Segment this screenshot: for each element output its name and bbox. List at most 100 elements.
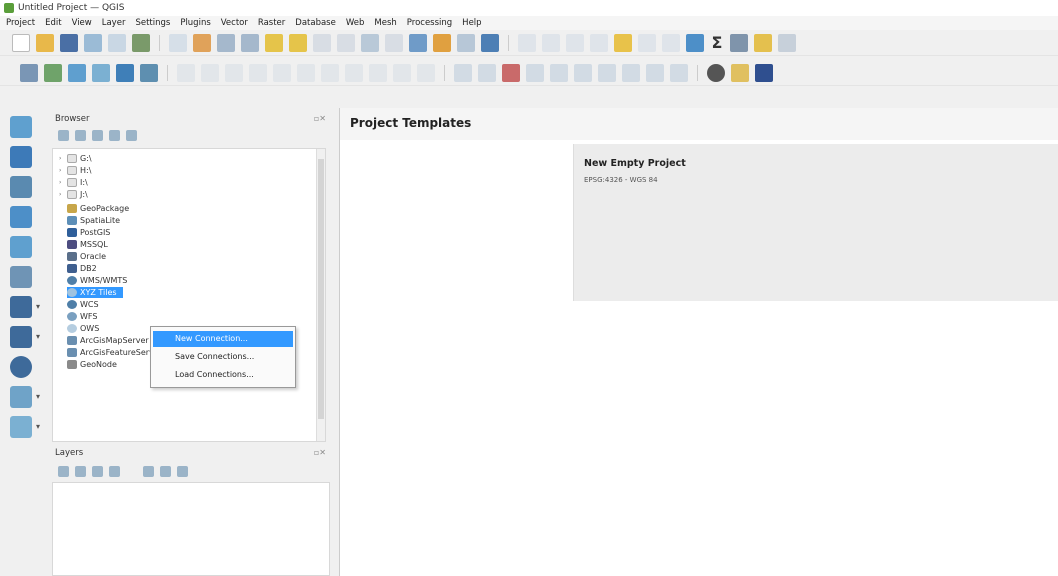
- tree-item-spatialite[interactable]: SpatiaLite: [67, 215, 120, 226]
- open-attribute-table-icon[interactable]: [614, 33, 632, 52]
- menu-layer[interactable]: Layer: [102, 18, 126, 28]
- digitize-icon[interactable]: [92, 63, 110, 82]
- tree-item-drive-i[interactable]: › I:\: [59, 177, 88, 188]
- template-card-new-empty-project[interactable]: New Empty Project EPSG:4326 - WGS 84: [348, 144, 1058, 301]
- scrollbar-thumb[interactable]: [318, 159, 324, 419]
- new-3d-map-view-icon[interactable]: [433, 33, 451, 52]
- zoom-next-icon[interactable]: [385, 33, 403, 52]
- tree-item-arcgis-map-server[interactable]: ArcGisMapServer: [67, 335, 149, 346]
- statistical-summary-icon[interactable]: Σ: [710, 33, 724, 52]
- menu-plugins[interactable]: Plugins: [180, 18, 210, 28]
- menu-processing[interactable]: Processing: [407, 18, 452, 28]
- manage-map-themes-icon[interactable]: [92, 466, 103, 477]
- new-connection-menu-item[interactable]: New Connection...: [153, 331, 293, 347]
- add-postgis-layer-icon[interactable]: ▾: [10, 296, 40, 318]
- refresh-icon[interactable]: [481, 33, 499, 52]
- expand-arrow-icon[interactable]: ›: [59, 191, 67, 198]
- open-layer-styling-icon[interactable]: [58, 466, 69, 477]
- annotation-icon[interactable]: [754, 33, 772, 52]
- zoom-native-icon[interactable]: [337, 33, 355, 52]
- add-vector-layer-icon[interactable]: [10, 116, 32, 138]
- label-options-icon[interactable]: [670, 63, 688, 82]
- move-label-icon[interactable]: [526, 63, 544, 82]
- add-wfs-layer-icon[interactable]: ▾: [10, 386, 40, 408]
- change-label-icon[interactable]: [574, 63, 592, 82]
- add-wcs-layer-icon[interactable]: [10, 356, 32, 378]
- zoom-in-icon[interactable]: [217, 33, 235, 52]
- filter-legend-icon[interactable]: [109, 466, 120, 477]
- refresh-icon[interactable]: [75, 130, 86, 141]
- menu-vector[interactable]: Vector: [221, 18, 248, 28]
- undo-icon[interactable]: [393, 63, 411, 82]
- copy-features-icon[interactable]: [345, 63, 363, 82]
- new-map-view-icon[interactable]: [409, 33, 427, 52]
- add-selected-layers-icon[interactable]: [58, 130, 69, 141]
- deselect-icon[interactable]: [590, 33, 608, 52]
- menu-edit[interactable]: Edit: [45, 18, 61, 28]
- style-manager-icon[interactable]: [132, 33, 150, 52]
- data-source-manager-icon[interactable]: [20, 63, 38, 82]
- pan-icon[interactable]: [169, 33, 187, 52]
- rotate-label-icon[interactable]: [550, 63, 568, 82]
- open-project-icon[interactable]: [36, 33, 54, 52]
- rotate-diagram-icon[interactable]: [622, 63, 640, 82]
- add-feature-icon[interactable]: [249, 63, 267, 82]
- pin-labels-icon[interactable]: [478, 63, 496, 82]
- move-diagram-icon[interactable]: [646, 63, 664, 82]
- cut-features-icon[interactable]: [321, 63, 339, 82]
- add-mesh-layer-icon[interactable]: [10, 176, 32, 198]
- browser-scrollbar[interactable]: [316, 149, 325, 441]
- add-geopackage-layer-icon[interactable]: [10, 236, 32, 258]
- new-project-icon[interactable]: [12, 33, 30, 52]
- label-tool-icon[interactable]: [454, 63, 472, 82]
- browser-tree[interactable]: › G:\ › H:\ › I:\ › J:\ GeoPackage SpatiaLit…: [52, 148, 326, 442]
- tree-item-postgis[interactable]: PostGIS: [67, 227, 110, 238]
- save-layer-edits-icon[interactable]: [225, 63, 243, 82]
- tree-item-wfs[interactable]: WFS: [67, 311, 97, 322]
- menu-web[interactable]: Web: [346, 18, 365, 28]
- add-delimited-text-layer-icon[interactable]: [10, 206, 32, 228]
- delete-selected-icon[interactable]: [297, 63, 315, 82]
- zoom-out-icon[interactable]: [241, 33, 259, 52]
- new-bookmark-icon[interactable]: [457, 33, 475, 52]
- current-edits-icon[interactable]: [177, 63, 195, 82]
- new-print-layout-icon[interactable]: [84, 33, 102, 52]
- zoom-last-icon[interactable]: [361, 33, 379, 52]
- add-raster-layer-icon[interactable]: [10, 146, 32, 168]
- plugin-tool-icon[interactable]: [731, 63, 749, 82]
- tree-item-drive-g[interactable]: › G:\: [59, 153, 92, 164]
- panel-float-close-icon[interactable]: ▫✕: [314, 448, 326, 457]
- paste-features-icon[interactable]: [369, 63, 387, 82]
- notebook-icon[interactable]: [755, 63, 773, 82]
- collapse-all-icon[interactable]: [160, 466, 171, 477]
- load-connections-menu-item[interactable]: Load Connections...: [153, 367, 293, 383]
- add-delimited-text-icon[interactable]: [116, 63, 134, 82]
- toggle-editing-icon[interactable]: [201, 63, 219, 82]
- menu-raster[interactable]: Raster: [258, 18, 285, 28]
- tree-item-drive-j[interactable]: › J:\: [59, 189, 88, 200]
- identify-icon[interactable]: [518, 33, 536, 52]
- menu-help[interactable]: Help: [462, 18, 481, 28]
- tree-item-wms-wmts[interactable]: WMS/WMTS: [67, 275, 127, 286]
- save-project-icon[interactable]: [60, 33, 78, 52]
- new-shapefile-layer-icon[interactable]: ▾: [10, 416, 40, 438]
- pan-to-selection-icon[interactable]: [193, 33, 211, 52]
- expand-arrow-icon[interactable]: ›: [59, 155, 67, 162]
- tree-item-oracle[interactable]: Oracle: [67, 251, 106, 262]
- tree-item-geopackage[interactable]: GeoPackage: [67, 203, 129, 214]
- tree-item-geonode[interactable]: GeoNode: [67, 359, 117, 370]
- add-vector-layer-icon[interactable]: [68, 63, 86, 82]
- menu-project[interactable]: Project: [6, 18, 35, 28]
- add-spatialite-icon[interactable]: [140, 63, 158, 82]
- add-wms-layer-icon[interactable]: ▾: [10, 326, 40, 348]
- menu-mesh[interactable]: Mesh: [374, 18, 396, 28]
- menu-view[interactable]: View: [72, 18, 92, 28]
- tree-item-drive-h[interactable]: › H:\: [59, 165, 91, 176]
- field-calculator-icon[interactable]: [686, 33, 704, 52]
- tree-item-db2[interactable]: DB2: [67, 263, 97, 274]
- panel-float-close-icon[interactable]: ▫✕: [314, 114, 326, 123]
- redo-icon[interactable]: [417, 63, 435, 82]
- tree-item-xyz-tiles[interactable]: XYZ Tiles: [67, 287, 123, 298]
- remove-layer-icon[interactable]: [177, 466, 188, 477]
- properties-icon[interactable]: [126, 130, 137, 141]
